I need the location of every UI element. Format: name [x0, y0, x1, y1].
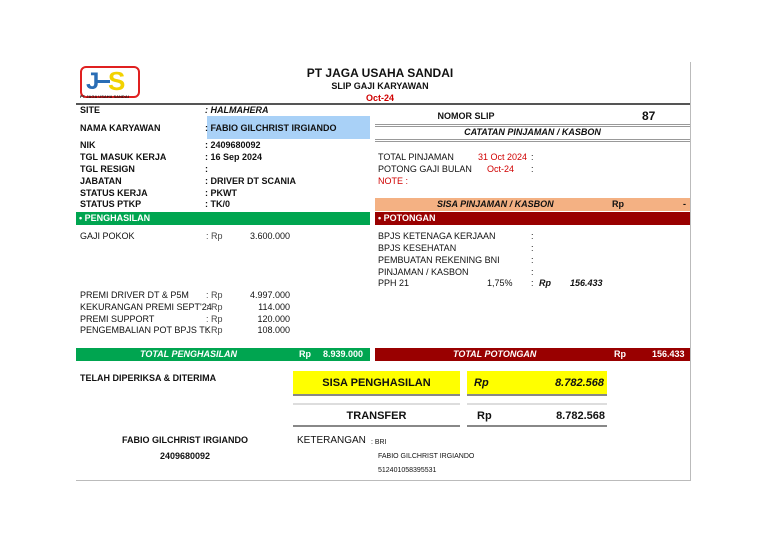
remarks-bank: : BRI: [371, 439, 387, 446]
divider: [467, 403, 607, 405]
deduction-rate: 1,75%: [487, 278, 513, 288]
note-label: NOTE :: [378, 176, 409, 186]
total-income-value: 8.939.000: [323, 349, 364, 359]
divider: [375, 139, 690, 142]
income-currency: : Rp: [206, 302, 223, 312]
checked-received-label: TELAH DIPERIKSA & DITERIMA: [80, 373, 217, 383]
logo-caption: PT JAGA USAHA SANDAI: [80, 94, 129, 99]
total-income-label: TOTAL PENGHASILAN: [140, 349, 238, 359]
signature-nik: 2409680092: [159, 451, 211, 461]
net-salary-currency: Rp: [474, 377, 489, 389]
income-value: 3.600.000: [249, 231, 290, 241]
colon: :: [531, 231, 534, 241]
total-deduction-label: TOTAL POTONGAN: [453, 349, 537, 359]
document-title: SLIP GAJI KARYAWAN: [331, 81, 429, 91]
company-name: PT JAGA USAHA SANDAI: [306, 66, 454, 80]
value-work-status: : PKWT: [205, 188, 237, 198]
income-label: KEKURANGAN PREMI SEPT'24: [80, 302, 212, 312]
value-join-date: : 16 Sep 2024: [205, 152, 263, 162]
label-resign-date: TGL RESIGN: [80, 164, 135, 174]
divider: [293, 425, 460, 427]
slip-number-label: NOMOR SLIP: [437, 111, 495, 121]
colon: :: [531, 243, 534, 253]
label-join-date: TGL MASUK KERJA: [80, 152, 167, 162]
deduction-label: PINJAMAN / KASBON: [378, 267, 469, 277]
remarks-account-number: 512401058395531: [378, 467, 437, 474]
deduction-header: • POTONGAN: [375, 212, 690, 225]
income-currency: : Rp: [206, 325, 223, 335]
net-salary-label-box: SISA PENGHASILAN: [293, 371, 460, 396]
remaining-loan-currency: Rp: [612, 199, 624, 209]
transfer-value: 8.782.568: [556, 410, 605, 422]
value-nik: : 2409680092: [205, 140, 261, 150]
colon: :: [531, 267, 534, 277]
deduction-label: PEMBUATAN REKENING BNI: [378, 255, 500, 265]
transfer-label: TRANSFER: [346, 410, 407, 422]
income-title: • PENGHASILAN: [79, 213, 151, 223]
income-label: PREMI DRIVER DT & P5M: [80, 290, 189, 300]
value-site: : HALMAHERA: [205, 105, 269, 115]
divider: [293, 403, 460, 405]
income-label: PENGEMBALIAN POT BPJS TK: [80, 325, 211, 335]
income-label: PREMI SUPPORT: [80, 314, 155, 324]
total-deduction-currency: Rp: [614, 349, 626, 359]
income-value: 4.997.000: [249, 290, 290, 300]
salary-cut-month: Oct-24: [487, 164, 515, 174]
total-income-bar: TOTAL PENGHASILAN Rp 8.939.000: [76, 348, 370, 361]
income-value: 114.000: [258, 302, 290, 312]
deduction-title: • POTONGAN: [378, 213, 436, 223]
remarks-label: KETERANGAN: [297, 435, 366, 446]
value-position: : DRIVER DT SCANIA: [205, 176, 297, 186]
income-header: • PENGHASILAN: [76, 212, 370, 225]
remaining-loan-label: SISA PINJAMAN / KASBON: [437, 199, 554, 209]
net-salary-value-box: Rp 8.782.568: [467, 371, 607, 396]
net-salary-value: 8.782.568: [555, 377, 604, 389]
header-divider: [76, 103, 690, 105]
divider: [467, 425, 607, 427]
total-deduction-value: 156.433: [652, 349, 685, 359]
remaining-loan-bar: SISA PINJAMAN / KASBON Rp -: [375, 198, 690, 211]
income-currency: : Rp: [206, 290, 223, 300]
remaining-loan-value: -: [683, 199, 686, 209]
total-loan-label: TOTAL PINJAMAN: [378, 152, 454, 162]
deduction-value: 156.433: [570, 278, 603, 288]
deduction-label: BPJS KETENAGA KERJAAN: [378, 231, 496, 241]
total-deduction-bar: TOTAL POTONGAN Rp 156.433: [375, 348, 690, 361]
value-resign-date: :: [205, 164, 208, 174]
transfer-currency: Rp: [477, 410, 492, 422]
value-name: : FABIO GILCHRIST IRGIANDO: [205, 123, 337, 133]
deduction-label: PPH 21: [378, 278, 410, 288]
loan-section-title: CATATAN PINJAMAN / KASBON: [464, 127, 601, 137]
signature-name: FABIO GILCHRIST IRGIANDO: [122, 435, 248, 445]
label-site: SITE: [80, 105, 101, 115]
income-currency: : Rp: [206, 314, 223, 324]
salary-slip: J S PT JAGA USAHA SANDAI PT JAGA USAHA S…: [0, 0, 768, 543]
deduction-currency: Rp: [539, 278, 551, 288]
income-label: GAJI POKOK: [80, 231, 135, 241]
income-value: 120.000: [257, 314, 290, 324]
label-position: JABATAN: [80, 176, 122, 186]
income-value: 108.000: [257, 325, 290, 335]
colon: :: [531, 164, 534, 174]
slip-number: 87: [642, 109, 656, 123]
total-loan-date: 31 Oct 2024: [478, 152, 528, 162]
total-income-currency: Rp: [299, 349, 311, 359]
net-salary-label: SISA PENGHASILAN: [322, 377, 431, 389]
label-nik: NIK: [80, 140, 96, 150]
deduction-label: BPJS KESEHATAN: [378, 243, 457, 253]
colon: :: [531, 278, 534, 288]
income-currency: : Rp: [206, 231, 223, 241]
remarks-account-name: FABIO GILCHRIST IRGIANDO: [378, 453, 475, 460]
colon: :: [531, 152, 534, 162]
value-ptkp-status: : TK/0: [205, 199, 231, 209]
salary-cut-label: POTONG GAJI BULAN: [378, 164, 472, 174]
label-work-status: STATUS KERJA: [80, 188, 148, 198]
label-ptkp-status: STATUS PTKP: [80, 199, 142, 209]
label-name: NAMA KARYAWAN: [80, 123, 161, 133]
colon: :: [531, 255, 534, 265]
